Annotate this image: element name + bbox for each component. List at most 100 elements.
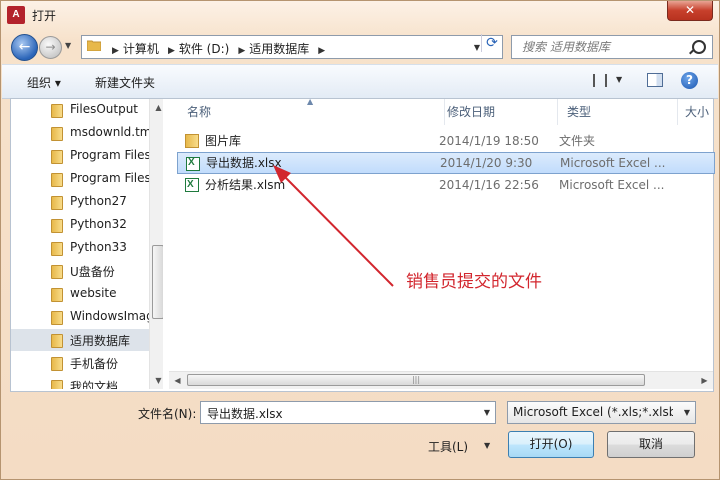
excel-icon xyxy=(185,174,199,196)
chevron-right-icon[interactable]: ▶ xyxy=(112,46,119,56)
sidebar-item-label: Python32 xyxy=(70,217,127,231)
column-divider[interactable] xyxy=(444,99,445,125)
sidebar-item[interactable]: WindowsImageBackup xyxy=(11,306,151,328)
folder-icon xyxy=(51,127,63,141)
chevron-right-icon[interactable]: ▶ xyxy=(318,46,325,56)
history-dropdown-icon[interactable]: ▼ xyxy=(65,41,71,50)
breadcrumb-folder[interactable]: 适用数据库 xyxy=(249,42,309,56)
folder-icon xyxy=(51,334,63,348)
sidebar-item[interactable]: FilesOutput xyxy=(11,99,151,121)
refresh-icon[interactable]: ⟳ xyxy=(481,34,502,52)
sidebar-item[interactable]: Python32 xyxy=(11,214,151,236)
folder-icon xyxy=(51,173,63,187)
folder-icon xyxy=(51,219,63,233)
sidebar-item[interactable]: 我的文档 xyxy=(11,375,151,389)
scroll-right-icon[interactable]: ▶ xyxy=(696,372,713,389)
sidebar-item[interactable]: msdownld.tmp xyxy=(11,122,151,144)
breadcrumb-drive-d[interactable]: 软件 (D:) xyxy=(179,42,229,56)
browser-content: FilesOutput msdownld.tmp Program Files P… xyxy=(10,97,715,392)
cancel-button[interactable]: 取消 xyxy=(607,431,695,458)
navigation-pane: FilesOutput msdownld.tmp Program Files P… xyxy=(11,99,163,389)
scrollbar-thumb[interactable] xyxy=(152,245,163,319)
window-title: 打开 xyxy=(32,9,57,23)
sidebar-item-label: Python27 xyxy=(70,194,127,208)
close-button[interactable]: ✕ xyxy=(667,1,713,21)
dialog-window: A 打开 ✕ ← → ▼ ▶ 计算机 ▶ 软件 (D:) ▶ 适用数据库 ▶ ▼ ⟳ 组织 … xyxy=(0,0,720,480)
chevron-down-icon[interactable]: ▼ xyxy=(484,408,490,417)
folder-icon xyxy=(51,104,63,118)
command-bar: 组织 ▾ 新建文件夹 ▼ ? xyxy=(2,64,718,99)
folder-icon xyxy=(87,40,101,51)
column-header-name[interactable]: 名称 xyxy=(187,99,211,125)
tools-button[interactable]: 工具(L) xyxy=(428,438,468,455)
file-date: 2014/1/16 22:56 xyxy=(439,178,539,192)
chevron-right-icon[interactable]: ▶ xyxy=(168,46,175,56)
address-dropdown-icon[interactable]: ▼ xyxy=(474,43,480,52)
forward-button[interactable]: → xyxy=(39,36,62,59)
breadcrumb-computer[interactable]: 计算机 xyxy=(123,42,159,56)
file-name: 分析结果.xlsm xyxy=(205,178,286,192)
column-header-size[interactable]: 大小 xyxy=(685,99,709,125)
filename-combobox[interactable]: ▼ xyxy=(200,401,496,424)
file-row-selected[interactable]: 导出数据.xlsx 2014/1/20 9:30 Microsoft Excel… xyxy=(177,152,715,174)
folder-icon xyxy=(51,196,63,210)
folder-icon xyxy=(51,380,63,389)
excel-icon xyxy=(186,153,200,173)
sort-ascending-icon: ▲ xyxy=(307,97,314,106)
file-row[interactable]: 图片库 2014/1/19 18:50 文件夹 xyxy=(177,130,715,152)
folder-icon xyxy=(51,265,63,279)
address-bar[interactable]: ▶ 计算机 ▶ 软件 (D:) ▶ 适用数据库 ▶ ▼ xyxy=(81,35,503,59)
search-box[interactable] xyxy=(511,35,713,59)
column-header-type[interactable]: 类型 xyxy=(567,99,591,125)
file-type: 文件夹 xyxy=(559,134,596,148)
navigation-bar: ← → ▼ ▶ 计算机 ▶ 软件 (D:) ▶ 适用数据库 ▶ ▼ ⟳ xyxy=(1,31,719,63)
folder-icon xyxy=(51,242,63,256)
view-dropdown-icon[interactable]: ▼ xyxy=(616,75,622,84)
sidebar-scrollbar[interactable]: ▲ ▼ xyxy=(149,99,163,389)
sidebar-item-label: FilesOutput xyxy=(70,102,139,116)
sidebar-item[interactable]: Python33 xyxy=(11,237,151,259)
sidebar-item-label: WindowsImageBackup xyxy=(70,309,151,323)
sidebar-item[interactable]: U盘备份 xyxy=(11,260,151,282)
scrollbar-thumb[interactable]: ||| xyxy=(187,374,645,386)
column-divider[interactable] xyxy=(557,99,558,125)
filename-input[interactable] xyxy=(205,405,469,421)
new-folder-button[interactable]: 新建文件夹 xyxy=(95,74,155,91)
open-button[interactable]: 打开(O) xyxy=(508,431,594,458)
sidebar-item[interactable]: 手机备份 xyxy=(11,352,151,374)
folder-icon xyxy=(51,150,63,164)
annotation-label: 销售员提交的文件 xyxy=(406,272,542,292)
chevron-right-icon[interactable]: ▶ xyxy=(238,46,245,56)
sidebar-item[interactable]: Program Files xyxy=(11,145,151,167)
file-date: 2014/1/19 18:50 xyxy=(439,134,539,148)
sidebar-item[interactable]: Python27 xyxy=(11,191,151,213)
help-icon[interactable]: ? xyxy=(681,72,698,89)
file-row[interactable]: 分析结果.xlsm 2014/1/16 22:56 Microsoft Exce… xyxy=(177,174,715,196)
sidebar-item-selected[interactable]: 适用数据库 xyxy=(11,329,151,351)
column-divider[interactable] xyxy=(677,99,678,125)
scroll-left-icon[interactable]: ◀ xyxy=(169,372,186,389)
chevron-down-icon[interactable]: ▼ xyxy=(684,408,690,417)
view-options-icon[interactable] xyxy=(593,74,607,87)
sidebar-item[interactable]: website xyxy=(11,283,151,305)
column-header-date[interactable]: 修改日期 xyxy=(447,99,495,125)
search-input[interactable] xyxy=(520,39,694,55)
file-name: 导出数据.xlsx xyxy=(206,156,282,170)
search-icon[interactable] xyxy=(692,40,706,54)
sidebar-item-label: Program Files (x86) xyxy=(70,171,151,185)
file-name: 图片库 xyxy=(205,134,242,148)
sidebar-item-label: 适用数据库 xyxy=(70,334,131,348)
file-list: ▲ 名称 修改日期 类型 大小 图片库 2014/1/19 18:50 文件夹 … xyxy=(169,97,715,389)
file-type: Microsoft Excel ... xyxy=(559,178,665,192)
back-button[interactable]: ← xyxy=(11,34,38,61)
chevron-down-icon[interactable]: ▼ xyxy=(484,441,490,450)
scroll-up-icon[interactable]: ▲ xyxy=(150,99,163,116)
breadcrumb: ▶ 计算机 ▶ 软件 (D:) ▶ 适用数据库 ▶ xyxy=(107,40,329,57)
filetype-select[interactable]: Microsoft Excel (*.xls;*.xlsb;*. ▼ xyxy=(507,401,696,424)
preview-pane-icon[interactable] xyxy=(647,73,663,87)
organize-button[interactable]: 组织 ▾ xyxy=(27,74,61,91)
sidebar-item[interactable]: Program Files (x86) xyxy=(11,168,151,190)
scroll-down-icon[interactable]: ▼ xyxy=(150,372,163,389)
file-list-hscrollbar[interactable]: ◀ ||| ▶ xyxy=(169,371,713,389)
sidebar-item-label: 手机备份 xyxy=(70,357,119,371)
